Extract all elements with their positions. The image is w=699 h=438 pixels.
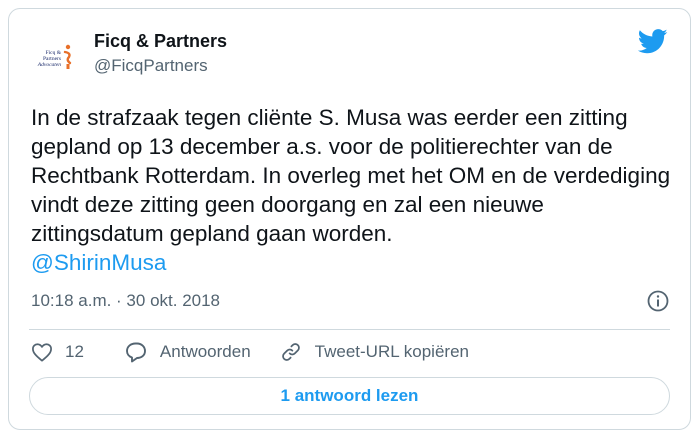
tweet-text: In de strafzaak tegen cliënte S. Musa wa… (31, 105, 671, 275)
mention-link[interactable]: @ShirinMusa (31, 250, 166, 275)
read-replies-button[interactable]: 1 antwoord lezen (29, 377, 670, 415)
action-bar: 12 Antwoorden Tweet-URL kopiëren (31, 341, 469, 363)
divider (29, 329, 670, 330)
copy-link-button[interactable]: Tweet-URL kopiëren (279, 341, 469, 363)
tweet-timestamp[interactable]: 10:18 a.m. · 30 okt. 2018 (31, 291, 220, 311)
link-icon (281, 343, 300, 361)
info-icon[interactable] (646, 289, 670, 313)
read-replies-label: 1 antwoord lezen (280, 386, 419, 405)
logo-mark-icon (63, 44, 72, 69)
like-button[interactable]: 12 (31, 342, 84, 362)
copy-link-label: Tweet-URL kopiëren (314, 342, 469, 361)
speech-bubble-icon (125, 342, 146, 363)
author-handle[interactable]: @FicqPartners (94, 56, 208, 76)
twitter-bird-icon[interactable] (638, 29, 668, 54)
reply-button[interactable]: Antwoorden (124, 341, 251, 363)
avatar[interactable]: Ficq & Partners Advocaten (29, 33, 79, 83)
avatar-logo-text: Ficq & Partners Advocaten (37, 50, 61, 68)
heart-icon (32, 343, 52, 362)
like-count: 12 (65, 342, 84, 361)
author-name[interactable]: Ficq & Partners (94, 31, 227, 52)
tweet-card[interactable]: Ficq & Partners Advocaten Ficq & Partner… (8, 8, 691, 430)
reply-label: Antwoorden (159, 342, 251, 361)
